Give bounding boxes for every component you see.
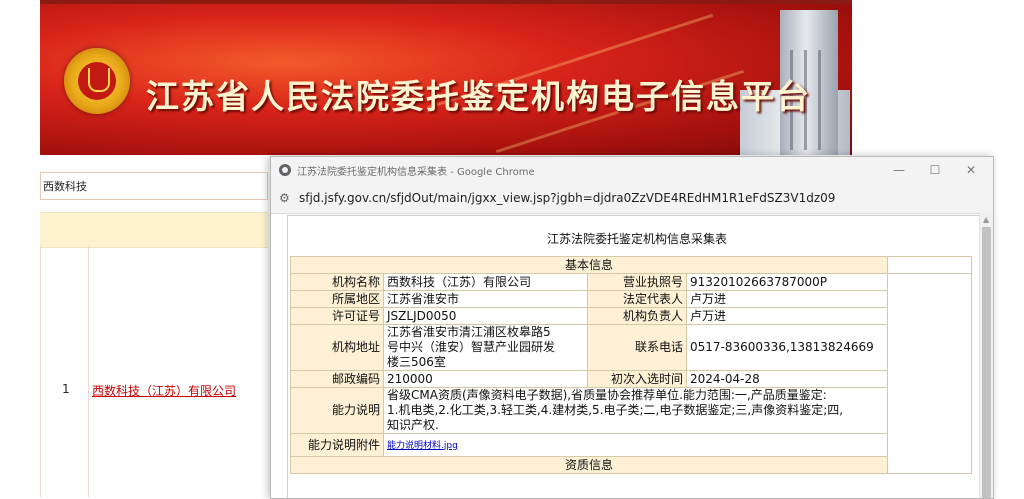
permit-value: JSZLJD0050 [383,307,588,325]
result-org-link[interactable]: 西数科技（江苏）有限公司 [92,382,236,399]
org-name-value: 西数科技（江苏）有限公司 [383,273,588,291]
photo-cell [887,273,972,474]
minimize-button[interactable]: — [883,160,915,180]
table-column-divider [88,246,89,497]
vertical-scrollbar[interactable]: ▲ [979,213,993,498]
url-text[interactable]: sfjd.jsfy.gov.cn/sfjdOut/main/jgxx_view.… [299,191,835,205]
ability-label: 能力说明 [290,387,384,434]
window-title: 江苏法院委托鉴定机构信息采集表 - Google Chrome [297,167,535,178]
maximize-button[interactable]: ☐ [919,160,951,180]
region-label: 所属地区 [290,290,384,308]
address-label: 机构地址 [290,324,384,371]
empty-cell [887,256,972,274]
attachment-link[interactable]: 能力说明材料.jpg [387,441,458,451]
address-value: 江苏省淮安市清江浦区枚皋路5 号中兴（淮安）智慧产业园研发 楼三506室 [383,324,588,371]
window-titlebar[interactable]: 江苏法院委托鉴定机构信息采集表 - Google Chrome — ☐ ✕ [271,157,993,184]
license-value: 91320102663787000P [686,273,888,291]
address-line: 楼三506室 [387,355,446,369]
legal-rep-label: 法定代表人 [587,290,687,308]
site-title: 江苏省人民法院委托鉴定机构电子信息平台 [146,77,811,116]
first-date-label: 初次入选时间 [587,370,687,388]
ability-line: 知识产权. [387,418,439,432]
section-basic-info: 基本信息 [290,256,888,274]
phone-label: 联系电话 [587,324,687,371]
address-line: 江苏省淮安市清江浦区枚皋路5 [387,325,551,339]
form-title: 江苏法院委托鉴定机构信息采集表 [546,232,727,246]
chrome-icon [279,164,291,176]
head-value: 卢万进 [686,307,888,325]
region-value: 江苏省淮安市 [383,290,588,308]
building-column [818,50,821,150]
org-info-table: 基本信息 机构名称 西数科技（江苏）有限公司 营业执照号 91320102663… [290,256,972,474]
site-banner: 江苏省人民法院委托鉴定机构电子信息平台 [40,0,852,155]
section-qualification-info: 资质信息 [290,456,888,474]
address-line: 号中兴（淮安）智慧产业园研发 [387,340,556,354]
ability-line: 省级CMA资质(声像资料电子数据),省质量协会推荐单位.能力范围:一,产品质量鉴… [387,388,827,402]
scales-of-justice-icon [88,68,110,92]
address-bar[interactable]: ⚙ sfjd.jsfy.gov.cn/sfjdOut/main/jgxx_vie… [271,184,993,214]
ability-line: 1.机电类,2.化工类,3.轻工类,4.建材类,5.电子类;二,电子数据鉴定;三… [387,403,844,417]
popup-browser-window: 江苏法院委托鉴定机构信息采集表 - Google Chrome — ☐ ✕ ⚙ … [270,156,994,499]
postcode-value: 210000 [383,370,588,388]
head-label: 机构负责人 [587,307,687,325]
results-table-header [40,212,268,248]
attachment-label: 能力说明附件 [290,433,384,457]
result-row-index: 1 [62,382,70,396]
court-emblem-icon [64,48,130,114]
page-content: 江苏法院委托鉴定机构信息采集表 基本信息 机构名称 西数科技（江苏）有限公司 营… [287,215,987,498]
permit-label: 许可证号 [290,307,384,325]
postcode-label: 邮政编码 [290,370,384,388]
attachment-cell: 能力说明材料.jpg [383,433,888,457]
site-info-icon[interactable]: ⚙ [279,191,290,205]
banner-top-border [40,0,852,4]
scrollbar-thumb[interactable] [982,227,991,498]
phone-value: 0517-83600336,13813824669 [686,324,888,371]
license-label: 营业执照号 [587,273,687,291]
org-name-label: 机构名称 [290,273,384,291]
table-border [40,246,41,497]
legal-rep-value: 卢万进 [686,290,888,308]
first-date-value: 2024-04-28 [686,370,888,388]
scroll-up-arrow-icon[interactable]: ▲ [983,215,989,224]
search-input[interactable]: 西数科技 [40,172,268,200]
close-button[interactable]: ✕ [955,160,987,180]
ability-value: 省级CMA资质(声像资料电子数据),省质量协会推荐单位.能力范围:一,产品质量鉴… [383,387,888,434]
